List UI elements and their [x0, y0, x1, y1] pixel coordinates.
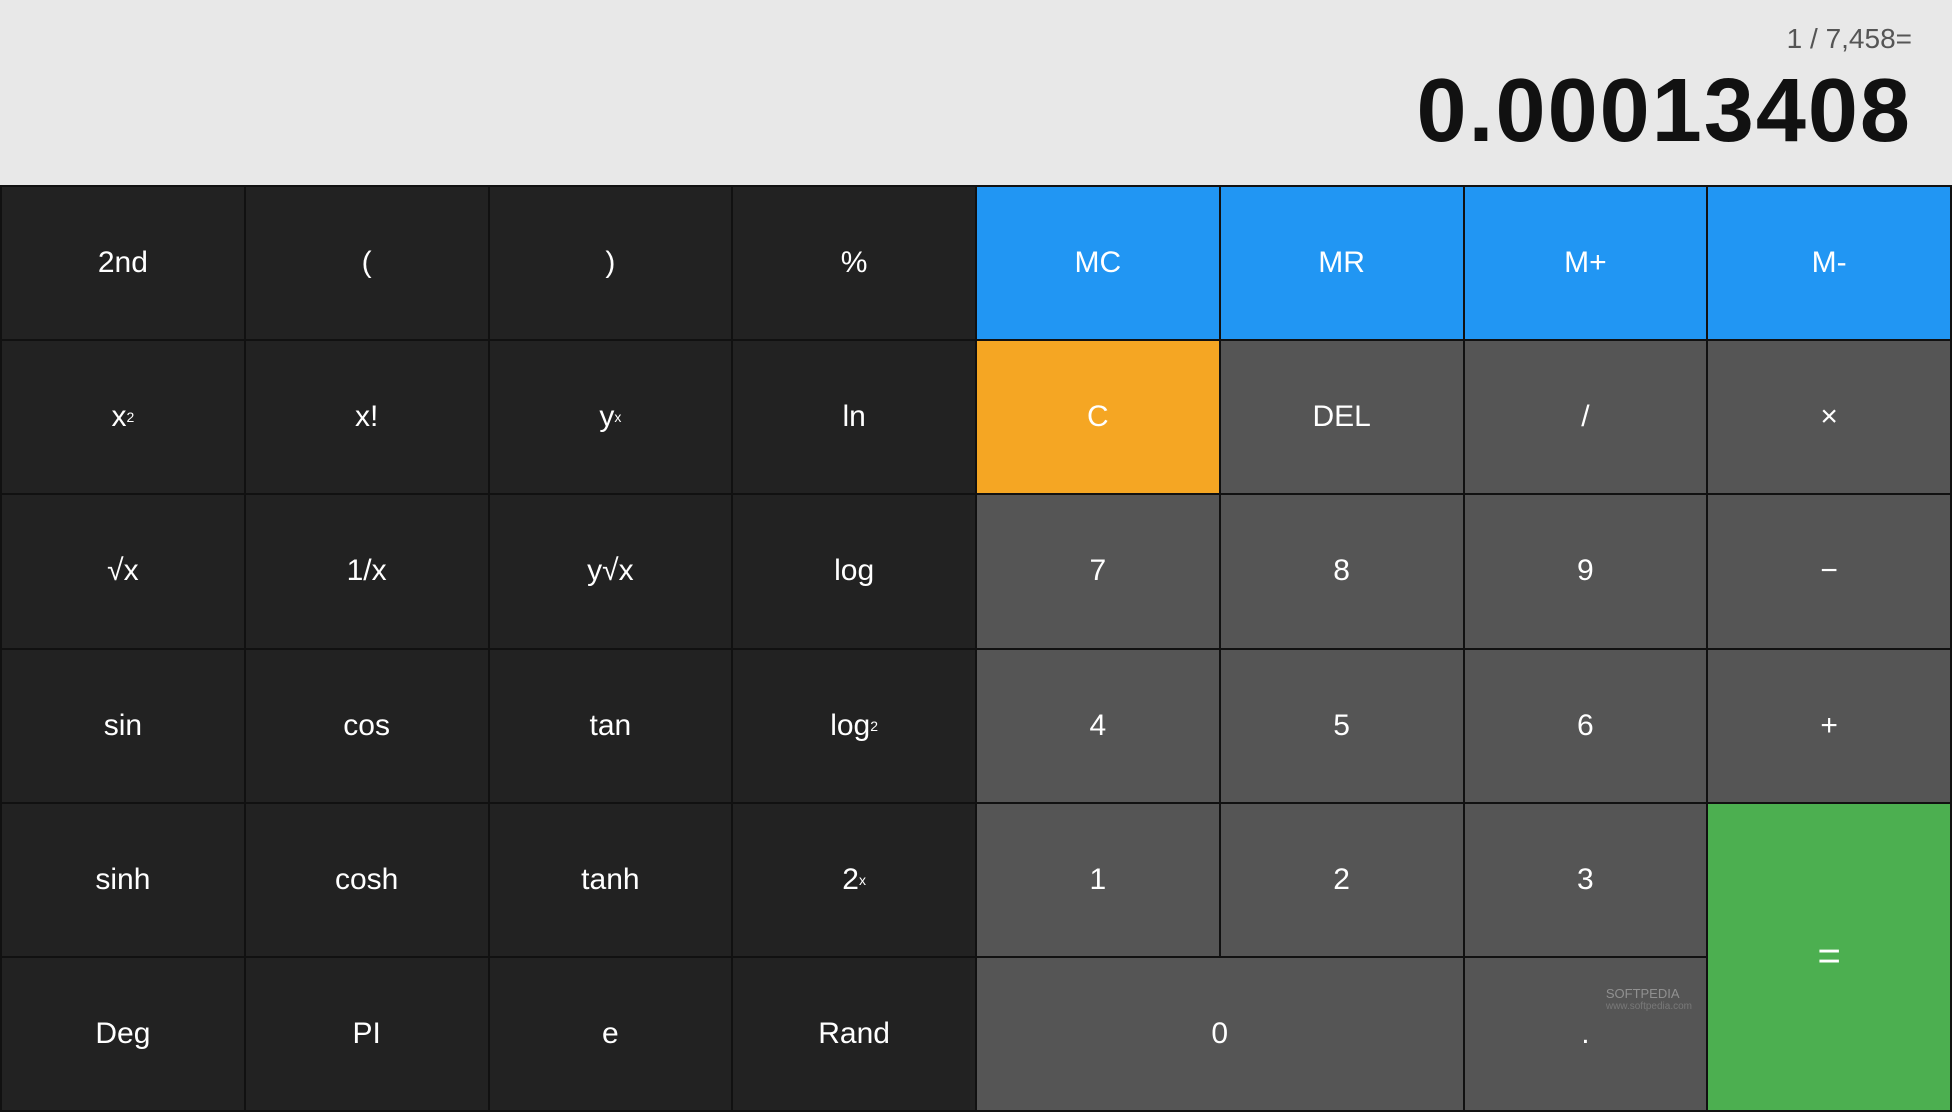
- btn-sqrt[interactable]: √x: [2, 495, 244, 647]
- btn-sinh[interactable]: sinh: [2, 804, 244, 956]
- btn-3[interactable]: 3: [1465, 804, 1707, 956]
- btn-tan[interactable]: tan: [490, 650, 732, 802]
- btn-xsq[interactable]: x2: [2, 341, 244, 493]
- btn-e[interactable]: e: [490, 958, 732, 1110]
- btn-dot[interactable]: .: [1465, 958, 1707, 1110]
- btn-log2[interactable]: log2: [733, 650, 975, 802]
- btn-c[interactable]: C: [977, 341, 1219, 493]
- btn-5[interactable]: 5: [1221, 650, 1463, 802]
- btn-cosh[interactable]: cosh: [246, 804, 488, 956]
- btn-yx[interactable]: yx: [490, 341, 732, 493]
- btn-percent[interactable]: %: [733, 187, 975, 339]
- btn-7[interactable]: 7: [977, 495, 1219, 647]
- btn-mminus[interactable]: M-: [1708, 187, 1950, 339]
- btn-2[interactable]: 2: [1221, 804, 1463, 956]
- btn-cos[interactable]: cos: [246, 650, 488, 802]
- display-result: 0.00013408: [1417, 60, 1913, 163]
- btn-sub[interactable]: −: [1708, 495, 1950, 647]
- btn-tanh[interactable]: tanh: [490, 804, 732, 956]
- btn-rand[interactable]: Rand: [733, 958, 975, 1110]
- btn-div[interactable]: /: [1465, 341, 1707, 493]
- btn-8[interactable]: 8: [1221, 495, 1463, 647]
- btn-mr[interactable]: MR: [1221, 187, 1463, 339]
- btn-yroot[interactable]: y√x: [490, 495, 732, 647]
- btn-6[interactable]: 6: [1465, 650, 1707, 802]
- btn-del[interactable]: DEL: [1221, 341, 1463, 493]
- btn-pi[interactable]: PI: [246, 958, 488, 1110]
- btn-9[interactable]: 9: [1465, 495, 1707, 647]
- btn-add[interactable]: +: [1708, 650, 1950, 802]
- btn-4[interactable]: 4: [977, 650, 1219, 802]
- btn-inv[interactable]: 1/x: [246, 495, 488, 647]
- btn-2nd[interactable]: 2nd: [2, 187, 244, 339]
- btn-0[interactable]: 0: [977, 958, 1463, 1110]
- btn-mul[interactable]: ×: [1708, 341, 1950, 493]
- btn-xfact[interactable]: x!: [246, 341, 488, 493]
- btn-2x[interactable]: 2x: [733, 804, 975, 956]
- btn-ln[interactable]: ln: [733, 341, 975, 493]
- display-expression: 1 / 7,458=: [1787, 23, 1912, 55]
- btn-1[interactable]: 1: [977, 804, 1219, 956]
- btn-mplus[interactable]: M+: [1465, 187, 1707, 339]
- display-area: 1 / 7,458= 0.00013408: [0, 0, 1952, 185]
- btn-sin[interactable]: sin: [2, 650, 244, 802]
- btn-eq[interactable]: =: [1708, 804, 1950, 1110]
- btn-rparen[interactable]: ): [490, 187, 732, 339]
- btn-lparen[interactable]: (: [246, 187, 488, 339]
- btn-log[interactable]: log: [733, 495, 975, 647]
- buttons-area: 2nd ( ) % MC MR M+ M- x2 x! yx ln C DEL …: [0, 185, 1952, 1112]
- btn-deg[interactable]: Deg: [2, 958, 244, 1110]
- btn-mc[interactable]: MC: [977, 187, 1219, 339]
